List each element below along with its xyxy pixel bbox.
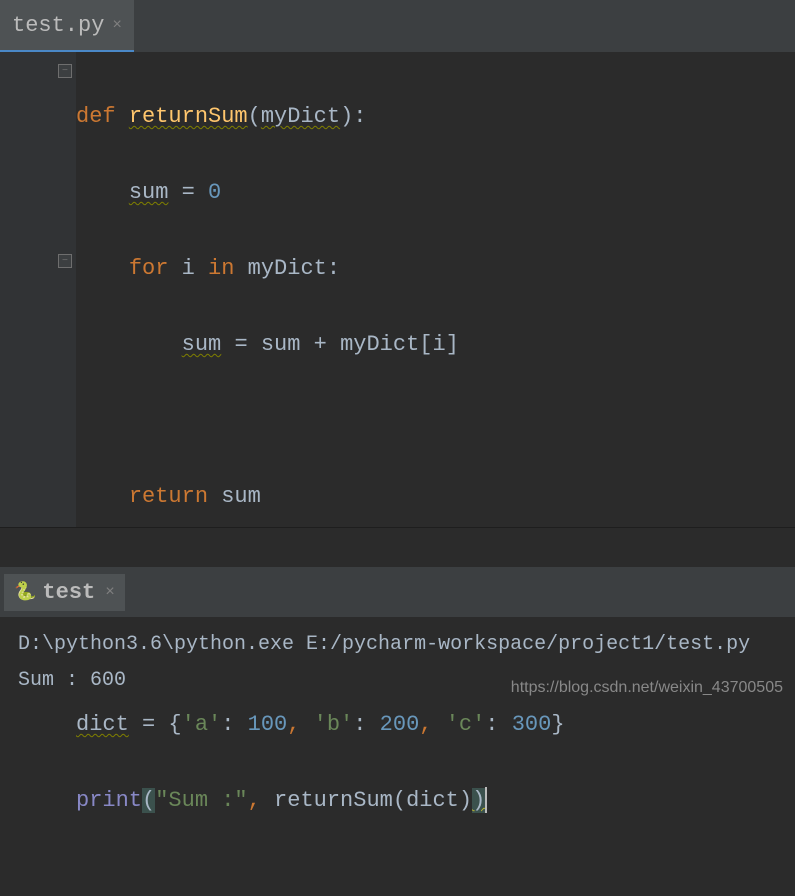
console-line: D:\python3.6\python.exe E:/pycharm-works…: [18, 627, 777, 663]
number-literal: 0: [208, 180, 221, 205]
close-icon[interactable]: ×: [105, 583, 115, 601]
fold-marker-icon[interactable]: −: [58, 254, 72, 268]
paren-highlight: (: [142, 788, 155, 813]
editor-tab-test-py[interactable]: test.py ×: [0, 0, 134, 52]
variable-sum: sum: [129, 180, 169, 205]
editor-gutter: − −: [0, 52, 76, 527]
watermark-text: https://blog.csdn.net/weixin_43700505: [511, 679, 783, 697]
tab-filename: test.py: [12, 13, 104, 38]
variable-dict: dict: [76, 712, 129, 737]
keyword-for: for: [129, 256, 169, 281]
fold-marker-icon[interactable]: −: [58, 64, 72, 78]
cursor-caret: [485, 787, 487, 813]
builtin-print: print: [76, 788, 142, 813]
code-content[interactable]: def returnSum(myDict): sum = 0 for i in …: [76, 52, 795, 527]
close-icon[interactable]: ×: [112, 16, 122, 34]
parameter: myDict: [261, 104, 340, 129]
keyword-in: in: [208, 256, 234, 281]
console-tab-label: test: [42, 580, 95, 605]
keyword-def: def: [76, 104, 116, 129]
paren-highlight: ): [472, 788, 485, 813]
editor-tab-bar: test.py ×: [0, 0, 795, 52]
function-name: returnSum: [129, 104, 248, 129]
python-icon: 🐍: [14, 581, 36, 603]
keyword-return: return: [129, 484, 208, 509]
console-tab-test[interactable]: 🐍 test ×: [4, 574, 125, 611]
code-editor[interactable]: − − def returnSum(myDict): sum = 0 for i…: [0, 52, 795, 527]
